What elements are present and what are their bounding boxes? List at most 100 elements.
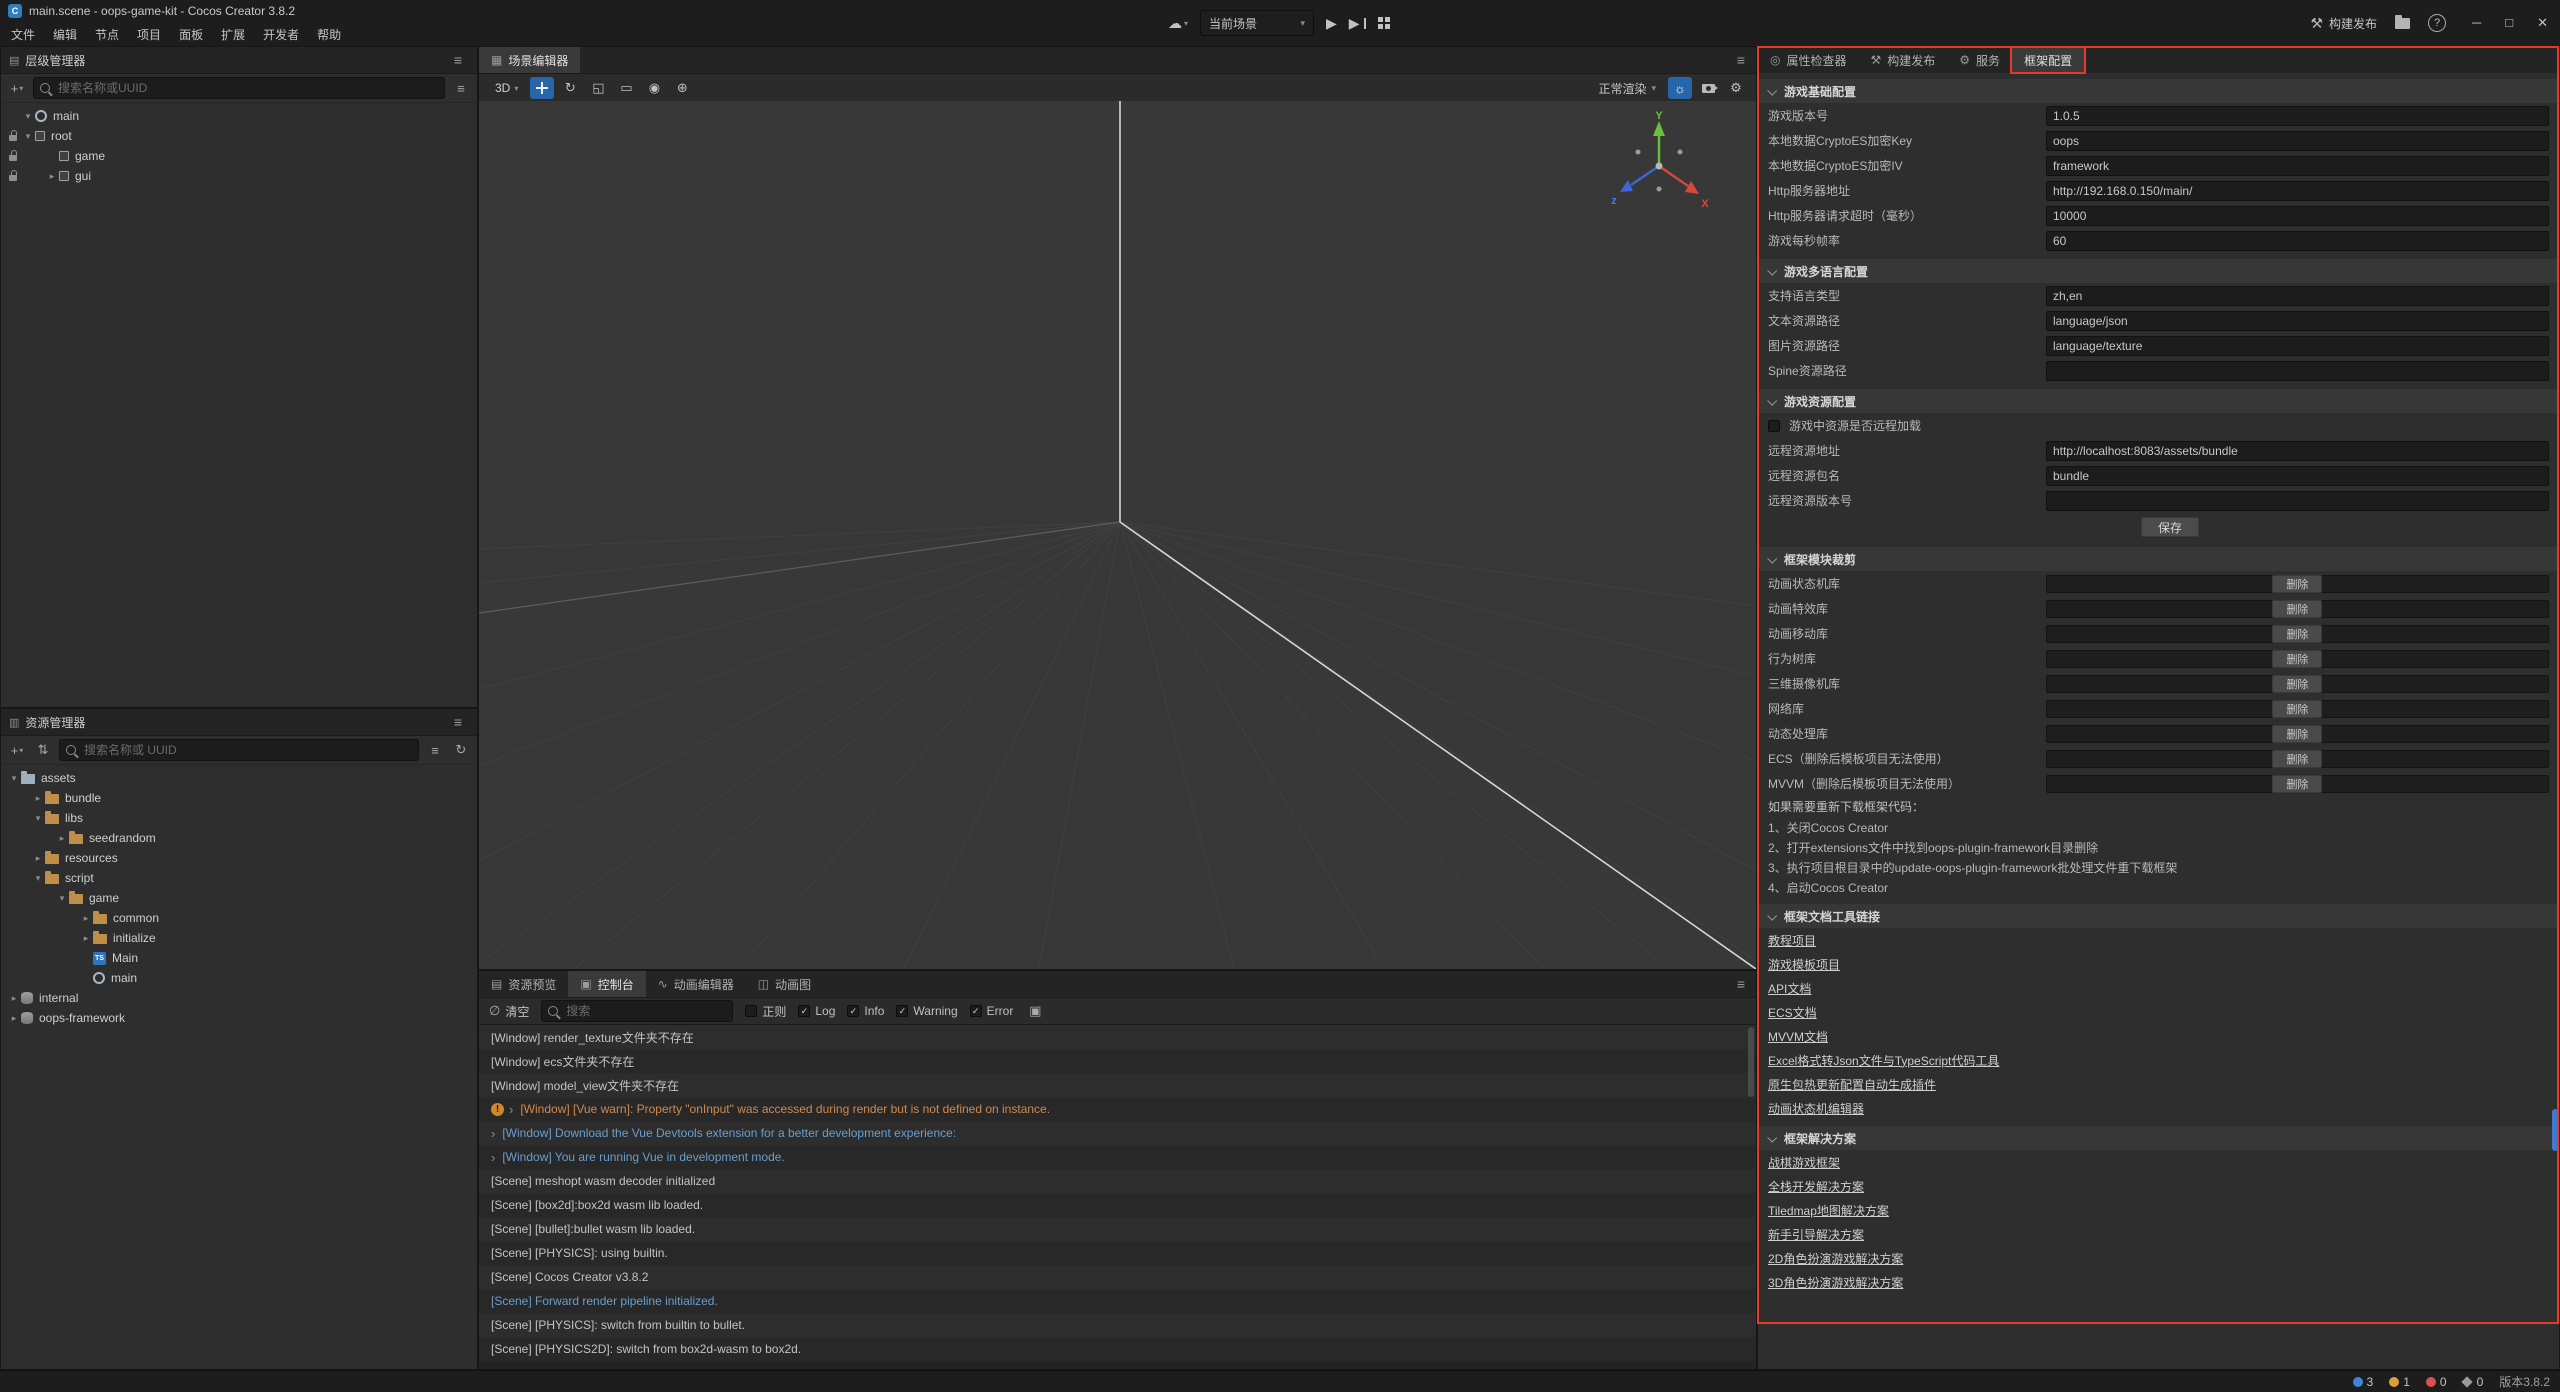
filter-info-checkbox[interactable]: Info: [847, 1004, 884, 1018]
menu-edit[interactable]: 编辑: [44, 23, 86, 46]
assets-search-field[interactable]: [82, 742, 412, 758]
asset-node-game[interactable]: ▾game: [1, 888, 477, 908]
expand-arrow-icon[interactable]: ▸: [45, 171, 59, 182]
doc-link-6[interactable]: 原生包热更新配置自动生成插件: [1768, 1076, 1936, 1093]
menu-project[interactable]: 项目: [128, 23, 170, 46]
solution-link-2[interactable]: Tiledmap地图解决方案: [1768, 1202, 1889, 1219]
solution-link-5[interactable]: 3D角色扮演游戏解决方案: [1768, 1274, 1903, 1291]
collapse-arrow-icon[interactable]: ▾: [31, 873, 45, 884]
console-log-row[interactable]: ›[Window] Download the Vue Devtools exte…: [479, 1121, 1756, 1145]
section-basic-config[interactable]: 游戏基础配置: [1758, 79, 2559, 103]
tab-animation-graph[interactable]: ◫动画图: [746, 971, 823, 997]
expand-arrow-icon[interactable]: ▸: [55, 833, 69, 844]
property-input[interactable]: [2046, 361, 2549, 381]
rect-tool-button[interactable]: ▭: [614, 77, 638, 99]
console-search-field[interactable]: [564, 1003, 726, 1019]
property-input[interactable]: [2046, 206, 2549, 226]
save-button[interactable]: 保存: [2141, 517, 2199, 537]
delete-button[interactable]: 删除: [2272, 775, 2322, 793]
delete-button[interactable]: 删除: [2272, 625, 2322, 643]
help-icon[interactable]: ?: [2428, 14, 2446, 32]
asset-node-resources[interactable]: ▸resources: [1, 848, 477, 868]
filter-error-checkbox[interactable]: Error: [970, 1004, 1014, 1018]
asset-node-initialize[interactable]: ▸initialize: [1, 928, 477, 948]
console-scrollbar-thumb[interactable]: [1748, 1027, 1754, 1097]
menu-panel[interactable]: 面板: [170, 23, 212, 46]
delete-button[interactable]: 删除: [2272, 675, 2322, 693]
console-log-row[interactable]: [Window] model_view文件夹不存在: [479, 1073, 1756, 1097]
doc-link-3[interactable]: ECS文档: [1768, 1004, 1817, 1021]
dimension-toggle-button[interactable]: 3D ▾: [487, 81, 526, 95]
tab-build-publish[interactable]: ⚒构建发布: [1859, 47, 1948, 73]
build-publish-button[interactable]: ⚒ 构建发布: [2310, 15, 2377, 32]
property-input[interactable]: [2046, 466, 2549, 486]
scene-selector-dropdown[interactable]: 当前场景 ▾: [1200, 10, 1314, 36]
delete-button[interactable]: 删除: [2272, 700, 2322, 718]
solution-link-1[interactable]: 全栈开发解决方案: [1768, 1178, 1864, 1195]
maximize-button[interactable]: □: [2505, 15, 2513, 31]
collapse-arrow-icon[interactable]: ▾: [21, 131, 35, 142]
tab-console[interactable]: ▣控制台: [568, 971, 645, 997]
filter-icon[interactable]: ≡: [451, 78, 471, 98]
collapse-arrow-icon[interactable]: ▾: [21, 111, 35, 122]
preview-grid-icon[interactable]: [1378, 17, 1383, 22]
expand-log-icon[interactable]: ›: [491, 1127, 495, 1140]
delete-button[interactable]: 删除: [2272, 725, 2322, 743]
refresh-icon[interactable]: ↻: [451, 740, 471, 760]
scale-tool-button[interactable]: ◱: [586, 77, 610, 99]
console-log-row[interactable]: [Scene] Cocos Creator v3.8.2: [479, 1265, 1756, 1289]
asset-node-main[interactable]: main: [1, 968, 477, 988]
property-input[interactable]: [2046, 156, 2549, 176]
doc-link-5[interactable]: Excel格式转Json文件与TypeScript代码工具: [1768, 1052, 1999, 1069]
hierarchy-node-root[interactable]: ▾root: [1, 126, 477, 146]
property-input[interactable]: [2046, 491, 2549, 511]
delete-button[interactable]: 删除: [2272, 750, 2322, 768]
property-input[interactable]: [2046, 181, 2549, 201]
solution-link-3[interactable]: 新手引导解决方案: [1768, 1226, 1864, 1243]
section-module-trim[interactable]: 框架模块裁剪: [1758, 547, 2559, 571]
collapse-arrow-icon[interactable]: ▾: [7, 773, 21, 784]
section-solutions[interactable]: 框架解决方案: [1758, 1126, 2559, 1150]
property-input[interactable]: [2046, 231, 2549, 251]
property-input[interactable]: [2046, 106, 2549, 126]
console-search-input[interactable]: [541, 1000, 733, 1022]
scene-settings-button[interactable]: ⚙: [1724, 77, 1748, 99]
tab-framework-config[interactable]: 框架配置: [2012, 47, 2084, 73]
console-log-row[interactable]: !›[Window] [Vue warn]: Property "onInput…: [479, 1097, 1756, 1121]
pivot-toggle-button[interactable]: ◉: [642, 77, 666, 99]
property-input[interactable]: [2046, 286, 2549, 306]
menu-extension[interactable]: 扩展: [212, 23, 254, 46]
menu-file[interactable]: 文件: [2, 23, 44, 46]
expand-arrow-icon[interactable]: ▸: [31, 793, 45, 804]
console-log-row[interactable]: [Scene] [bullet]:bullet wasm lib loaded.: [479, 1217, 1756, 1241]
rotate-tool-button[interactable]: ↻: [558, 77, 582, 99]
play-button[interactable]: ▶: [1326, 15, 1337, 32]
expand-arrow-icon[interactable]: ▸: [79, 913, 93, 924]
create-asset-button[interactable]: +▾: [7, 740, 27, 760]
remote-load-checkbox[interactable]: [1768, 420, 1780, 432]
orientation-gizmo[interactable]: Y X z: [1604, 111, 1714, 221]
expand-arrow-icon[interactable]: ▸: [7, 993, 21, 1004]
expand-arrow-icon[interactable]: ▸: [79, 933, 93, 944]
property-input[interactable]: [2046, 131, 2549, 151]
render-mode-dropdown[interactable]: 正常渲染 ▾: [1590, 80, 1664, 97]
scene-viewport[interactable]: Y X z: [479, 101, 1756, 969]
tab-property-inspector[interactable]: ◎属性检查器: [1758, 47, 1859, 73]
property-input[interactable]: [2046, 336, 2549, 356]
collapse-arrow-icon[interactable]: ▾: [55, 893, 69, 904]
step-button[interactable]: ▶: [1349, 15, 1366, 32]
asset-node-common[interactable]: ▸common: [1, 908, 477, 928]
expand-log-icon[interactable]: ›: [491, 1151, 495, 1164]
warning-count-badge[interactable]: 1: [2389, 1375, 2410, 1389]
assets-search-input[interactable]: [59, 739, 419, 761]
console-log-row[interactable]: [Window] ecs文件夹不存在: [479, 1049, 1756, 1073]
hierarchy-node-gui[interactable]: ▸gui: [1, 166, 477, 186]
menu-node[interactable]: 节点: [86, 23, 128, 46]
error-count-badge[interactable]: 0: [2426, 1375, 2447, 1389]
property-input[interactable]: [2046, 311, 2549, 331]
asset-node-oops-framework[interactable]: ▸oops-framework: [1, 1008, 477, 1028]
property-input[interactable]: [2046, 441, 2549, 461]
delete-button[interactable]: 删除: [2272, 650, 2322, 668]
panel-menu-icon[interactable]: ≡: [443, 714, 473, 730]
lighting-toggle-button[interactable]: ☼: [1668, 77, 1692, 99]
